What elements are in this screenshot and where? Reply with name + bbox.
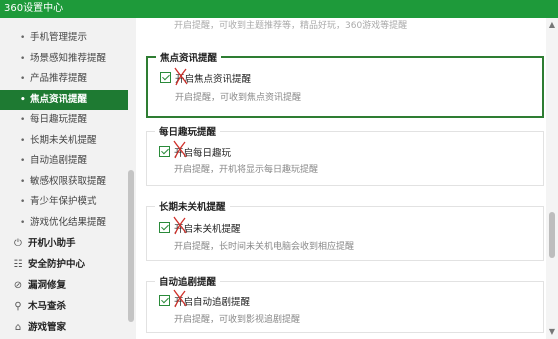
bullet-icon: • xyxy=(20,177,26,187)
sidebar-group-trojan-scan[interactable]: ⚲ 木马查杀 xyxy=(0,297,128,317)
sidebar-group-boot-assistant[interactable]: ⏻ 开机小助手 xyxy=(0,234,128,254)
bullet-icon: • xyxy=(20,218,26,228)
sidebar-item-focus-news[interactable]: • 焦点资讯提醒 xyxy=(0,90,128,110)
sidebar-item-sensitive-permission[interactable]: • 敏感权限获取提醒 xyxy=(0,172,128,192)
content-scrollbar-thumb[interactable] xyxy=(549,212,555,258)
bullet-icon: • xyxy=(20,156,26,166)
bullet-icon: • xyxy=(20,74,26,84)
sidebar-scrollbar[interactable] xyxy=(128,170,134,322)
annotation-mark-icon xyxy=(174,67,188,86)
prev-card-desc: 开启提醒，可收到主题推荐等，精品好玩，360游戏等提醒 xyxy=(174,21,408,31)
card-description: 开启提醒，长时间未关机电脑会收到相应提醒 xyxy=(174,242,355,252)
annotation-mark-icon xyxy=(173,289,187,308)
card-title: 自动追剧提醒 xyxy=(155,274,221,288)
bullet-icon: • xyxy=(20,95,26,105)
daily-fun-checkbox[interactable] xyxy=(159,146,170,157)
sidebar-item-long-uptime[interactable]: • 长期未关机提醒 xyxy=(0,131,128,151)
card-title: 每日趣玩提醒 xyxy=(155,124,221,138)
card-title: 焦点资讯提醒 xyxy=(156,50,222,64)
card-auto-drama: 自动追剧提醒 开启自动追剧提醒 开启提醒，可收到影视追剧提醒 xyxy=(146,274,544,333)
bullet-icon: • xyxy=(20,33,26,43)
sidebar-item-game-optimize[interactable]: • 游戏优化结果提醒 xyxy=(0,213,128,233)
card-long-uptime: 长期未关机提醒 开启未关机提醒 开启提醒，长时间未关机电脑会收到相应提醒 xyxy=(146,199,544,261)
sidebar-item-youth-mode[interactable]: • 青少年保护模式 xyxy=(0,192,128,212)
sidebar-item-label: 敏感权限获取提醒 xyxy=(30,176,107,187)
scroll-down-icon[interactable]: ▼ xyxy=(547,327,557,337)
sidebar-item-label: 青少年保护模式 xyxy=(30,196,97,207)
sidebar-group-security-center[interactable]: ☷ 安全防护中心 xyxy=(0,255,128,275)
sidebar-group-label: 游戏管家 xyxy=(28,322,67,333)
card-description: 开启提醒，开机将显示每日趣玩提醒 xyxy=(174,165,319,175)
sidebar-item-label: 手机管理提示 xyxy=(30,32,88,43)
sidebar-group-label: 木马查杀 xyxy=(28,301,67,312)
sidebar-item-label: 游戏优化结果提醒 xyxy=(30,217,107,228)
bullet-icon: • xyxy=(20,54,26,64)
focus-news-checkbox[interactable] xyxy=(160,72,171,83)
window-title: 360设置中心 xyxy=(4,3,64,14)
sidebar-item-label: 每日趣玩提醒 xyxy=(30,114,88,125)
annotation-mark-icon xyxy=(173,140,187,159)
patch-icon: ⊘ xyxy=(13,280,23,291)
shield-icon: ☷ xyxy=(13,259,23,270)
sidebar-item-label: 长期未关机提醒 xyxy=(30,135,97,146)
sidebar-group-game-manager[interactable]: ⌂ 游戏管家 xyxy=(0,318,128,338)
content-scrollbar-track[interactable] xyxy=(546,18,558,339)
sidebar-item-label: 自动追剧提醒 xyxy=(30,155,88,166)
bullet-icon: • xyxy=(20,136,26,146)
scroll-up-icon[interactable]: ▲ xyxy=(547,20,557,30)
sidebar-group-label: 开机小助手 xyxy=(28,238,76,249)
annotation-mark-icon xyxy=(173,216,187,235)
long-uptime-checkbox[interactable] xyxy=(159,222,170,233)
card-title: 长期未关机提醒 xyxy=(155,199,230,213)
trojan-icon: ⚲ xyxy=(14,301,22,312)
sidebar-item-label: 场景感知推荐提醒 xyxy=(30,53,107,64)
card-daily-fun: 每日趣玩提醒 开启每日趣玩 开启提醒，开机将显示每日趣玩提醒 xyxy=(146,124,544,186)
sidebar-group-patch[interactable]: ⊘ 漏洞修复 xyxy=(0,276,128,296)
card-description: 开启提醒，可收到影视追剧提醒 xyxy=(174,315,301,325)
bullet-icon: • xyxy=(20,115,26,125)
sidebar-item-scene-recommend[interactable]: • 场景感知推荐提醒 xyxy=(0,49,128,69)
bullet-icon: • xyxy=(20,197,26,207)
card-description: 开启提醒，可收到焦点资讯提醒 xyxy=(175,93,302,103)
sidebar-item-auto-drama[interactable]: • 自动追剧提醒 xyxy=(0,151,128,171)
sidebar-item-phone-manage[interactable]: • 手机管理提示 xyxy=(0,28,128,48)
sidebar-item-daily-fun[interactable]: • 每日趣玩提醒 xyxy=(0,110,128,130)
auto-drama-checkbox[interactable] xyxy=(159,295,170,306)
sidebar-group-label: 安全防护中心 xyxy=(28,259,86,270)
sidebar-group-label: 漏洞修复 xyxy=(28,280,67,291)
sidebar: • 手机管理提示 • 场景感知推荐提醒 • 产品推荐提醒 • 焦点资讯提醒 • 每日趣玩提… xyxy=(0,18,136,339)
sidebar-item-label: 产品推荐提醒 xyxy=(30,73,88,84)
power-icon: ⏻ xyxy=(14,238,22,249)
card-focus-news: 焦点资讯提醒 开启焦点资讯提醒 开启提醒，可收到焦点资讯提醒 xyxy=(146,50,544,118)
game-icon: ⌂ xyxy=(14,322,22,333)
sidebar-item-label: 焦点资讯提醒 xyxy=(30,94,88,105)
window-titlebar: 360设置中心 xyxy=(0,0,558,18)
sidebar-item-product-recommend[interactable]: • 产品推荐提醒 xyxy=(0,69,128,89)
